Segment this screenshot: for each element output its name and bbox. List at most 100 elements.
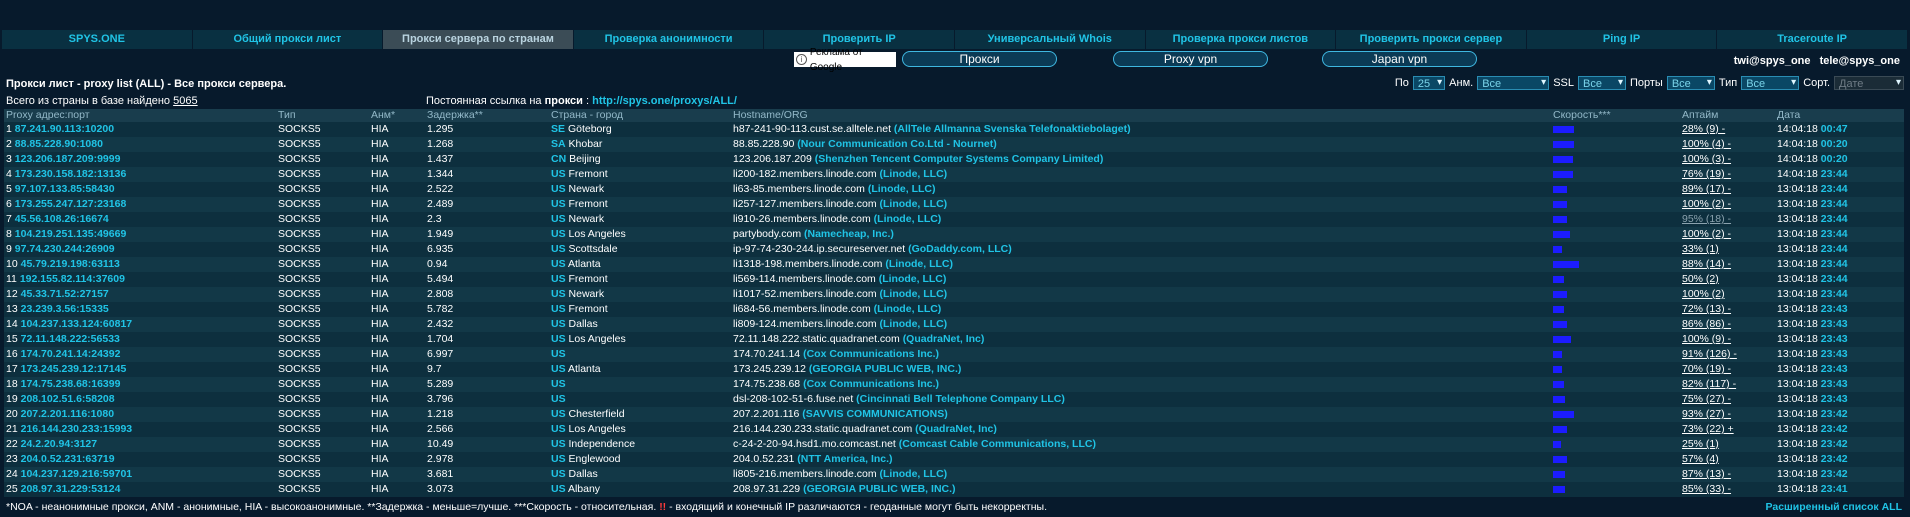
country-code[interactable]: CN (551, 153, 566, 165)
proxy-address[interactable]: 174.75.238.68:16399 (21, 378, 121, 390)
latency: 2.489 (427, 198, 454, 210)
uptime-link[interactable]: 91% (126) - (1682, 348, 1737, 360)
permalink-url[interactable]: http://spys.one/proxys/ALL/ (592, 95, 737, 107)
uptime-link[interactable]: 72% (13) - (1682, 303, 1731, 315)
per-page-select[interactable]: 25 (1412, 76, 1446, 90)
nav-tab-1[interactable]: Общий прокси лист (192, 30, 384, 49)
proxy-address[interactable]: 208.102.51.6:58208 (21, 393, 115, 405)
sort-select[interactable]: Дате (1834, 76, 1904, 90)
country-code[interactable]: US (551, 483, 566, 495)
nav-tab-6[interactable]: Проверка прокси листов (1145, 30, 1337, 49)
country-code[interactable]: US (551, 213, 566, 225)
ssl-select[interactable]: Все (1577, 76, 1626, 90)
proxy-address[interactable]: 45.79.219.198:63113 (21, 258, 120, 270)
proxy-address[interactable]: 45.33.71.52:27157 (21, 288, 109, 300)
proxy-address[interactable]: 24.2.20.94:3127 (21, 438, 97, 450)
ad-pill-japan-vpn[interactable]: Japan vpn (1322, 51, 1477, 67)
anm-select[interactable]: Все (1477, 76, 1550, 90)
country-code[interactable]: US (551, 393, 566, 405)
uptime-link[interactable]: 89% (17) - (1682, 183, 1731, 195)
proxy-address[interactable]: 174.70.241.14:24392 (21, 348, 121, 360)
proxy-address[interactable]: 204.0.52.231:63719 (21, 453, 115, 465)
proxy-address[interactable]: 104.219.251.135:49669 (15, 228, 127, 240)
nav-tab-0[interactable]: SPYS.ONE (2, 30, 193, 49)
country-code[interactable]: US (551, 198, 566, 210)
uptime-link[interactable]: 70% (19) - (1682, 363, 1731, 375)
country-code[interactable]: US (551, 228, 566, 240)
proxy-address[interactable]: 88.85.228.90:1080 (15, 138, 103, 150)
email-tele[interactable]: tele@spys_one (1820, 55, 1900, 67)
country-code[interactable]: US (551, 438, 566, 450)
proxy-address[interactable]: 104.237.129.216:59701 (21, 468, 133, 480)
uptime-link[interactable]: 95% (18) - (1682, 213, 1731, 225)
uptime-link[interactable]: 28% (9) - (1682, 123, 1725, 135)
country-code[interactable]: US (551, 348, 566, 360)
country-code[interactable]: US (551, 468, 566, 480)
country-code[interactable]: US (551, 423, 566, 435)
uptime-link[interactable]: 93% (27) - (1682, 408, 1731, 420)
proxy-address[interactable]: 104.237.133.124:60817 (21, 318, 133, 330)
country-code[interactable]: US (551, 363, 566, 375)
country-code[interactable]: US (551, 273, 566, 285)
proxy-address[interactable]: 208.97.31.229:53124 (21, 483, 121, 495)
ports-select[interactable]: Все (1666, 76, 1715, 90)
ad-pill-proxy[interactable]: Прокси (902, 51, 1057, 67)
proxy-address[interactable]: 97.74.230.244:26909 (15, 243, 115, 255)
uptime-link[interactable]: 50% (2) (1682, 273, 1719, 285)
nav-tab-7[interactable]: Проверить прокси сервер (1336, 30, 1527, 49)
uptime-link[interactable]: 100% (2) - (1682, 198, 1731, 210)
country-code[interactable]: US (551, 243, 566, 255)
proxy-address[interactable]: 207.2.201.116:1080 (21, 408, 114, 420)
nav-tab-9[interactable]: Traceroute IP (1717, 30, 1908, 49)
proxy-address[interactable]: 123.206.187.209:9999 (15, 153, 121, 165)
country-code[interactable]: US (551, 168, 566, 180)
country-code[interactable]: US (551, 453, 566, 465)
country-code[interactable]: SE (551, 123, 565, 135)
uptime-link[interactable]: 100% (3) - (1682, 153, 1731, 165)
uptime-link[interactable]: 25% (1) (1682, 438, 1719, 450)
country-code[interactable]: US (551, 183, 566, 195)
proxy-address[interactable]: 23.239.3.56:15335 (21, 303, 109, 315)
ad-pill-proxy-vpn[interactable]: Proxy vpn (1113, 51, 1268, 67)
proxy-address[interactable]: 87.241.90.113:10200 (15, 123, 114, 135)
proxy-address[interactable]: 97.107.133.85:58430 (15, 183, 115, 195)
nav-tab-5[interactable]: Универсальный Whois (954, 30, 1146, 49)
type-select[interactable]: Все (1741, 76, 1800, 90)
country-code[interactable]: US (551, 288, 566, 300)
proxy-address[interactable]: 192.155.82.114:37609 (20, 273, 125, 285)
proxy-address[interactable]: 216.144.230.233:15993 (21, 423, 133, 435)
country-code[interactable]: US (551, 318, 566, 330)
email-twi[interactable]: twi@spys_one (1734, 55, 1811, 67)
uptime-link[interactable]: 100% (9) - (1682, 333, 1731, 345)
country-code[interactable]: US (551, 258, 566, 270)
nav-tab-3[interactable]: Проверка анонимности (573, 30, 765, 49)
country-code[interactable]: US (551, 408, 566, 420)
proxy-address[interactable]: 45.56.108.26:16674 (15, 213, 109, 225)
info-icon[interactable]: i (796, 54, 807, 65)
uptime-link[interactable]: 75% (27) - (1682, 393, 1731, 405)
proxy-address[interactable]: 173.230.158.182:13136 (15, 168, 127, 180)
extended-list-link[interactable]: Расширенный список ALL (1766, 501, 1903, 513)
uptime-link[interactable]: 82% (117) - (1682, 378, 1736, 390)
proxy-address[interactable]: 72.11.148.222:56533 (21, 333, 120, 345)
uptime-link[interactable]: 100% (4) - (1682, 138, 1731, 150)
google-ad-label[interactable]: i Реклама от Google (794, 47, 896, 73)
country-code[interactable]: SA (551, 138, 566, 150)
uptime-link[interactable]: 87% (13) - (1682, 468, 1731, 480)
uptime-link[interactable]: 100% (2) (1682, 288, 1725, 300)
proxy-address[interactable]: 173.245.239.12:17145 (21, 363, 127, 375)
uptime-link[interactable]: 57% (4) (1682, 453, 1719, 465)
uptime-link[interactable]: 100% (2) - (1682, 228, 1731, 240)
country-code[interactable]: US (551, 303, 566, 315)
uptime-link[interactable]: 73% (22) + (1682, 423, 1734, 435)
country-code[interactable]: US (551, 378, 566, 390)
uptime-link[interactable]: 33% (1) (1682, 243, 1719, 255)
country-code[interactable]: US (551, 333, 566, 345)
uptime-link[interactable]: 85% (33) - (1682, 483, 1731, 495)
proxy-address[interactable]: 173.255.247.127:23168 (15, 198, 127, 210)
uptime-link[interactable]: 88% (14) - (1682, 258, 1731, 270)
uptime-link[interactable]: 86% (86) - (1682, 318, 1731, 330)
nav-tab-2[interactable]: Прокси сервера по странам (383, 30, 574, 49)
uptime-link[interactable]: 76% (19) - (1682, 168, 1731, 180)
nav-tab-8[interactable]: Ping IP (1526, 30, 1718, 49)
